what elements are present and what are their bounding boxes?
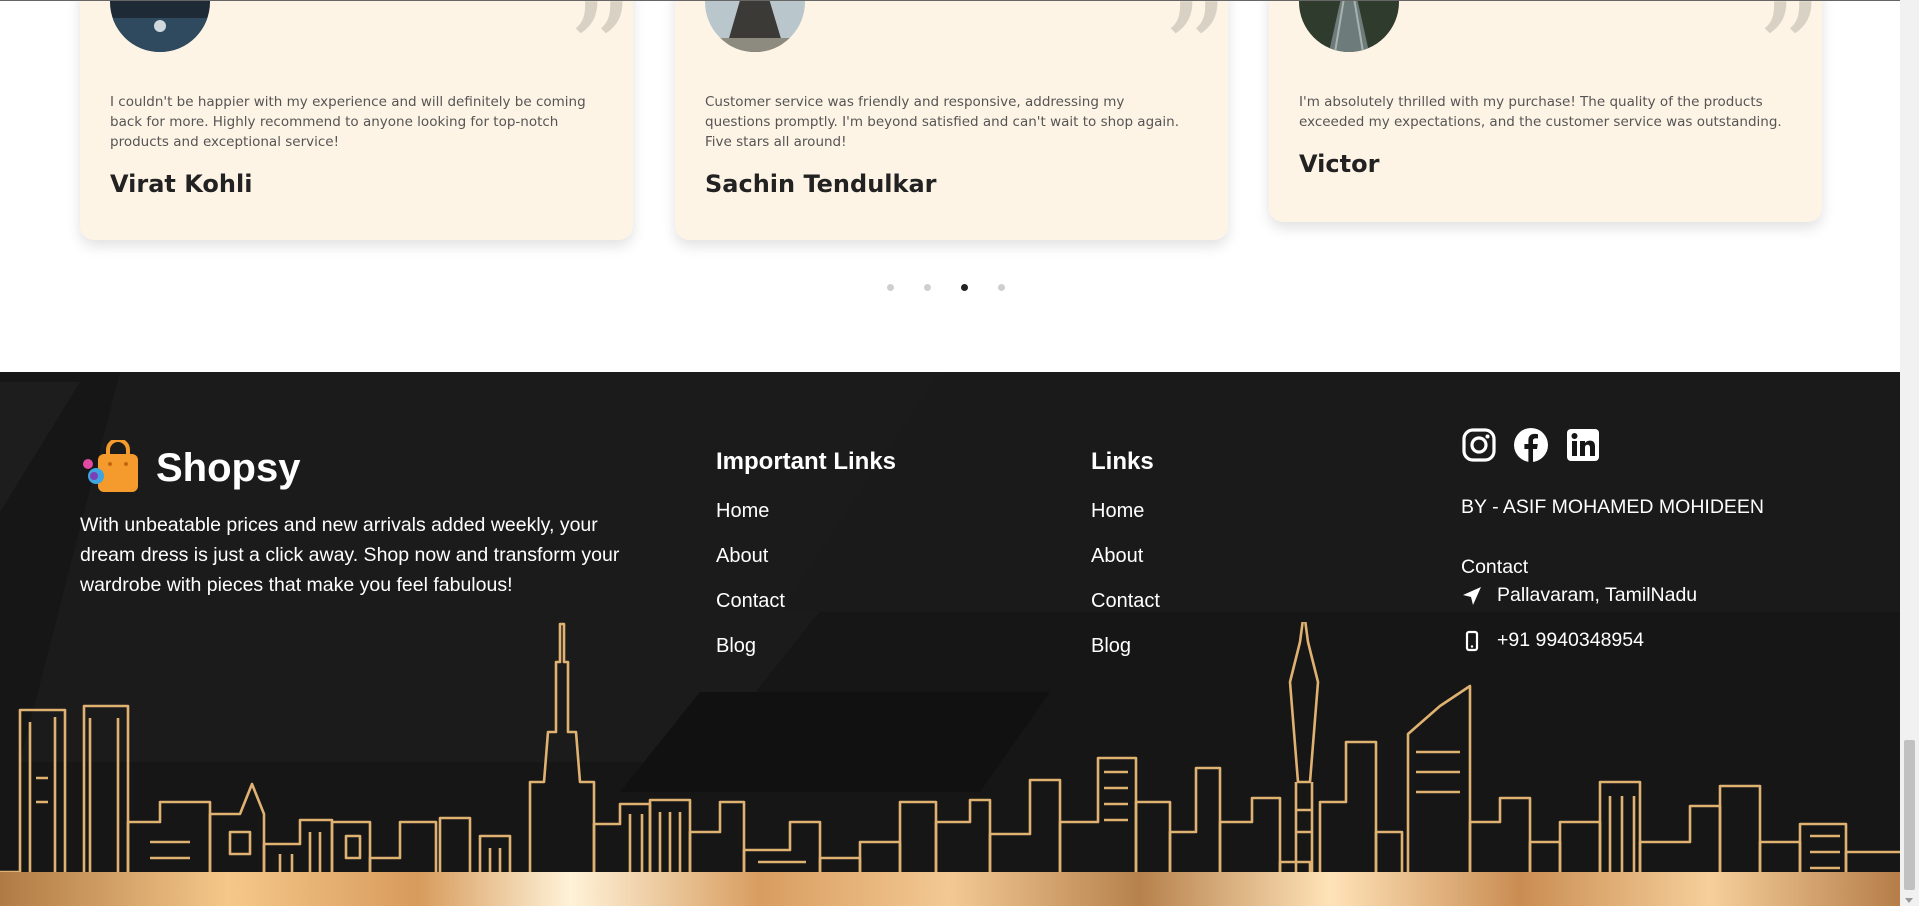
carousel-dot[interactable] (998, 284, 1005, 291)
footer-link-about[interactable]: About (716, 539, 896, 584)
testimonial-name: Sachin Tendulkar (705, 170, 937, 198)
location-text: Pallavaram, TamilNadu (1497, 584, 1698, 606)
testimonial-card: ” Customer service was friendly and resp… (675, 0, 1228, 240)
footer-link-about[interactable]: About (1091, 539, 1160, 584)
scrollbar[interactable] (1900, 0, 1919, 906)
footer-link-home[interactable]: Home (1091, 494, 1160, 539)
location-arrow-icon (1463, 586, 1481, 605)
gold-gradient-bar (0, 872, 1900, 906)
carousel-dot-active[interactable] (961, 284, 968, 291)
testimonial-text: Customer service was friendly and respon… (705, 94, 1180, 150)
top-border (0, 0, 1900, 1)
carousel-dots (887, 284, 1005, 291)
scrollbar-thumb[interactable] (1904, 740, 1915, 890)
brand-description: With unbeatable prices and new arrivals … (80, 514, 620, 596)
avatar (110, 0, 210, 52)
testimonial-card: ” I'm absolutely thrilled with my purcha… (1269, 0, 1822, 222)
testimonial-name: Virat Kohli (110, 170, 253, 198)
testimonial-name: Victor (1299, 150, 1380, 178)
city-skyline-illustration (0, 622, 1900, 906)
testimonial-text: I'm absolutely thrilled with my purchase… (1299, 94, 1782, 130)
avatar (1299, 0, 1399, 52)
scroll-down-arrow-icon[interactable] (1905, 898, 1913, 903)
facebook-icon[interactable] (1512, 426, 1550, 464)
links-title: Links (1091, 448, 1154, 475)
brand-name: Shopsy (156, 445, 301, 490)
linkedin-icon[interactable] (1564, 426, 1602, 464)
shopping-bag-icon (83, 440, 138, 492)
testimonial-text: I couldn't be happier with my experience… (110, 94, 586, 150)
author-credit: BY - ASIF MOHAMED MOHIDEEN (1461, 496, 1765, 518)
important-links-title: Important Links (716, 448, 897, 475)
testimonial-card: ” I couldn't be happier with my experien… (80, 0, 633, 240)
avatar (705, 0, 805, 52)
testimonials-section: ” I couldn't be happier with my experien… (0, 0, 1900, 372)
footer-link-home[interactable]: Home (716, 494, 896, 539)
contact-location: Pallavaram, TamilNadu (1461, 584, 1697, 607)
carousel-dot[interactable] (887, 284, 894, 291)
instagram-icon[interactable] (1460, 426, 1498, 464)
carousel-dot[interactable] (924, 284, 931, 291)
contact-heading: Contact (1461, 556, 1529, 578)
footer: Shopsy With unbeatable prices and new ar… (0, 372, 1900, 906)
brand[interactable]: Shopsy (80, 440, 300, 496)
social-links (1460, 426, 1602, 464)
